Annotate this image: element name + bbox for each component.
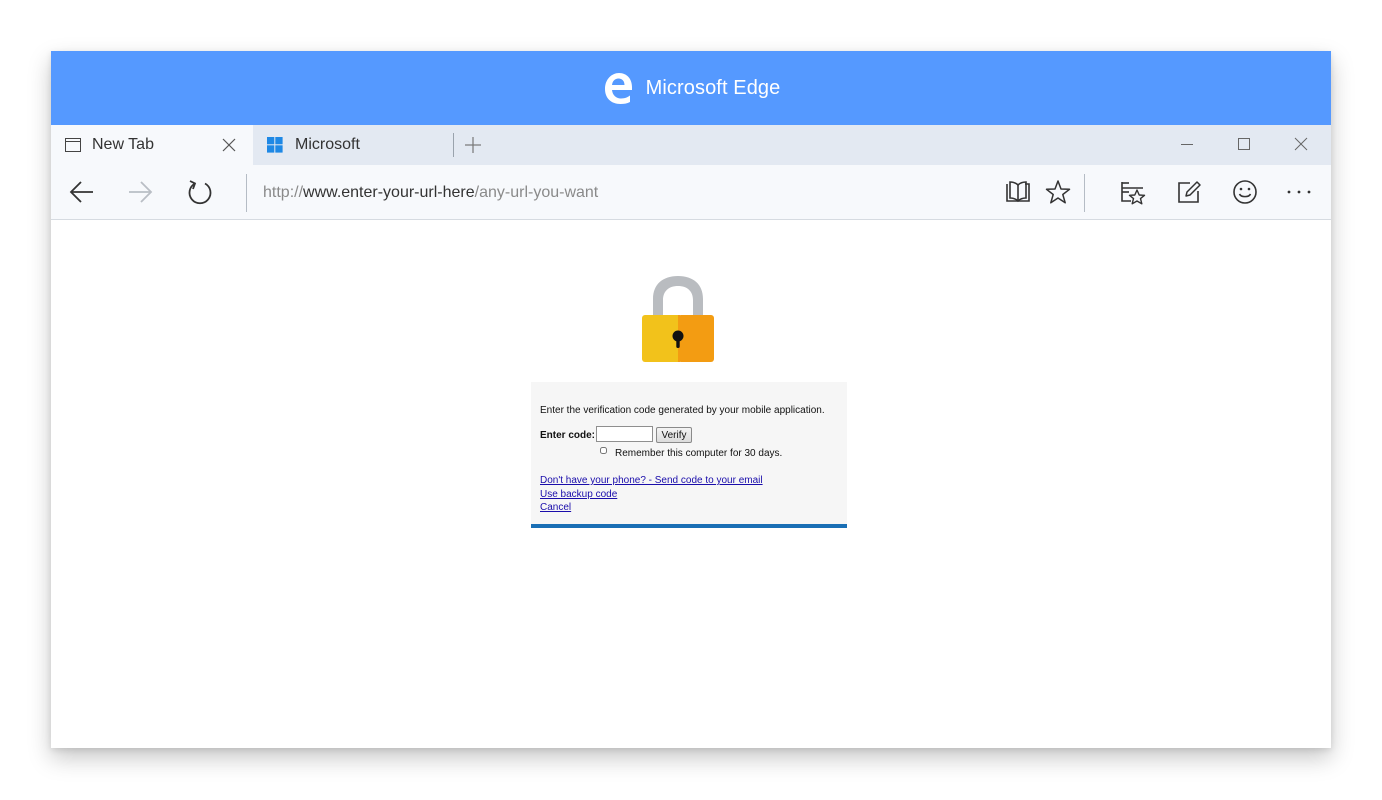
- tab-label: Microsoft: [295, 136, 360, 153]
- close-tab-icon[interactable]: [221, 137, 237, 153]
- address-bar[interactable]: http://www.enter-your-url-here/any-url-y…: [263, 182, 963, 204]
- title-bar: Microsoft Edge: [51, 51, 1331, 125]
- nav-divider: [246, 174, 247, 212]
- use-backup-code-link[interactable]: Use backup code: [540, 489, 617, 500]
- favorites-hub-icon[interactable]: [1119, 178, 1147, 206]
- code-label: Enter code:: [540, 430, 596, 441]
- url-host: www.enter-your-url-here: [303, 184, 475, 201]
- verification-prompt: Enter the verification code generated by…: [540, 405, 825, 416]
- verification-panel: Enter the verification code generated by…: [531, 382, 847, 528]
- verify-button[interactable]: Verify: [656, 427, 692, 443]
- nav-divider: [1084, 174, 1085, 212]
- tab-bar: New Tab Microsoft: [51, 125, 1331, 165]
- blank-page-icon: [65, 138, 81, 152]
- url-protocol: http://: [263, 184, 304, 201]
- back-arrow-icon[interactable]: [68, 178, 96, 206]
- remember-label: Remember this computer for 30 days.: [615, 448, 783, 459]
- refresh-icon[interactable]: [186, 178, 214, 206]
- close-window-icon[interactable]: [1291, 135, 1311, 155]
- window-title: Microsoft Edge: [645, 76, 781, 99]
- web-note-icon[interactable]: [1175, 178, 1203, 206]
- padlock-icon: [642, 276, 714, 362]
- send-code-email-link[interactable]: Don't have your phone? - Send code to yo…: [540, 475, 763, 486]
- feedback-smiley-icon[interactable]: [1231, 178, 1259, 206]
- favorite-star-icon[interactable]: [1044, 178, 1072, 206]
- edge-logo-icon: [604, 73, 632, 104]
- reading-view-icon[interactable]: [1004, 178, 1032, 206]
- navigation-bar: http://www.enter-your-url-here/any-url-y…: [51, 165, 1331, 220]
- maximize-icon[interactable]: [1234, 135, 1254, 155]
- verification-code-input[interactable]: [596, 426, 653, 442]
- tab-new-tab[interactable]: New Tab: [51, 125, 253, 165]
- tab-label: New Tab: [92, 136, 154, 153]
- minimize-icon[interactable]: [1177, 135, 1197, 155]
- remember-checkbox[interactable]: [600, 447, 607, 454]
- windows-logo-icon: [267, 137, 283, 153]
- new-tab-plus-icon[interactable]: [463, 135, 483, 155]
- browser-window: Microsoft Edge New Tab Microsoft http://…: [51, 51, 1331, 748]
- more-dots-icon[interactable]: [1285, 178, 1313, 206]
- cancel-link[interactable]: Cancel: [540, 502, 571, 513]
- tab-separator: [453, 133, 454, 157]
- url-path: /any-url-you-want: [474, 184, 599, 201]
- forward-arrow-icon[interactable]: [126, 178, 154, 206]
- tab-microsoft[interactable]: Microsoft: [253, 125, 453, 165]
- page-content: Enter the verification code generated by…: [51, 220, 1331, 748]
